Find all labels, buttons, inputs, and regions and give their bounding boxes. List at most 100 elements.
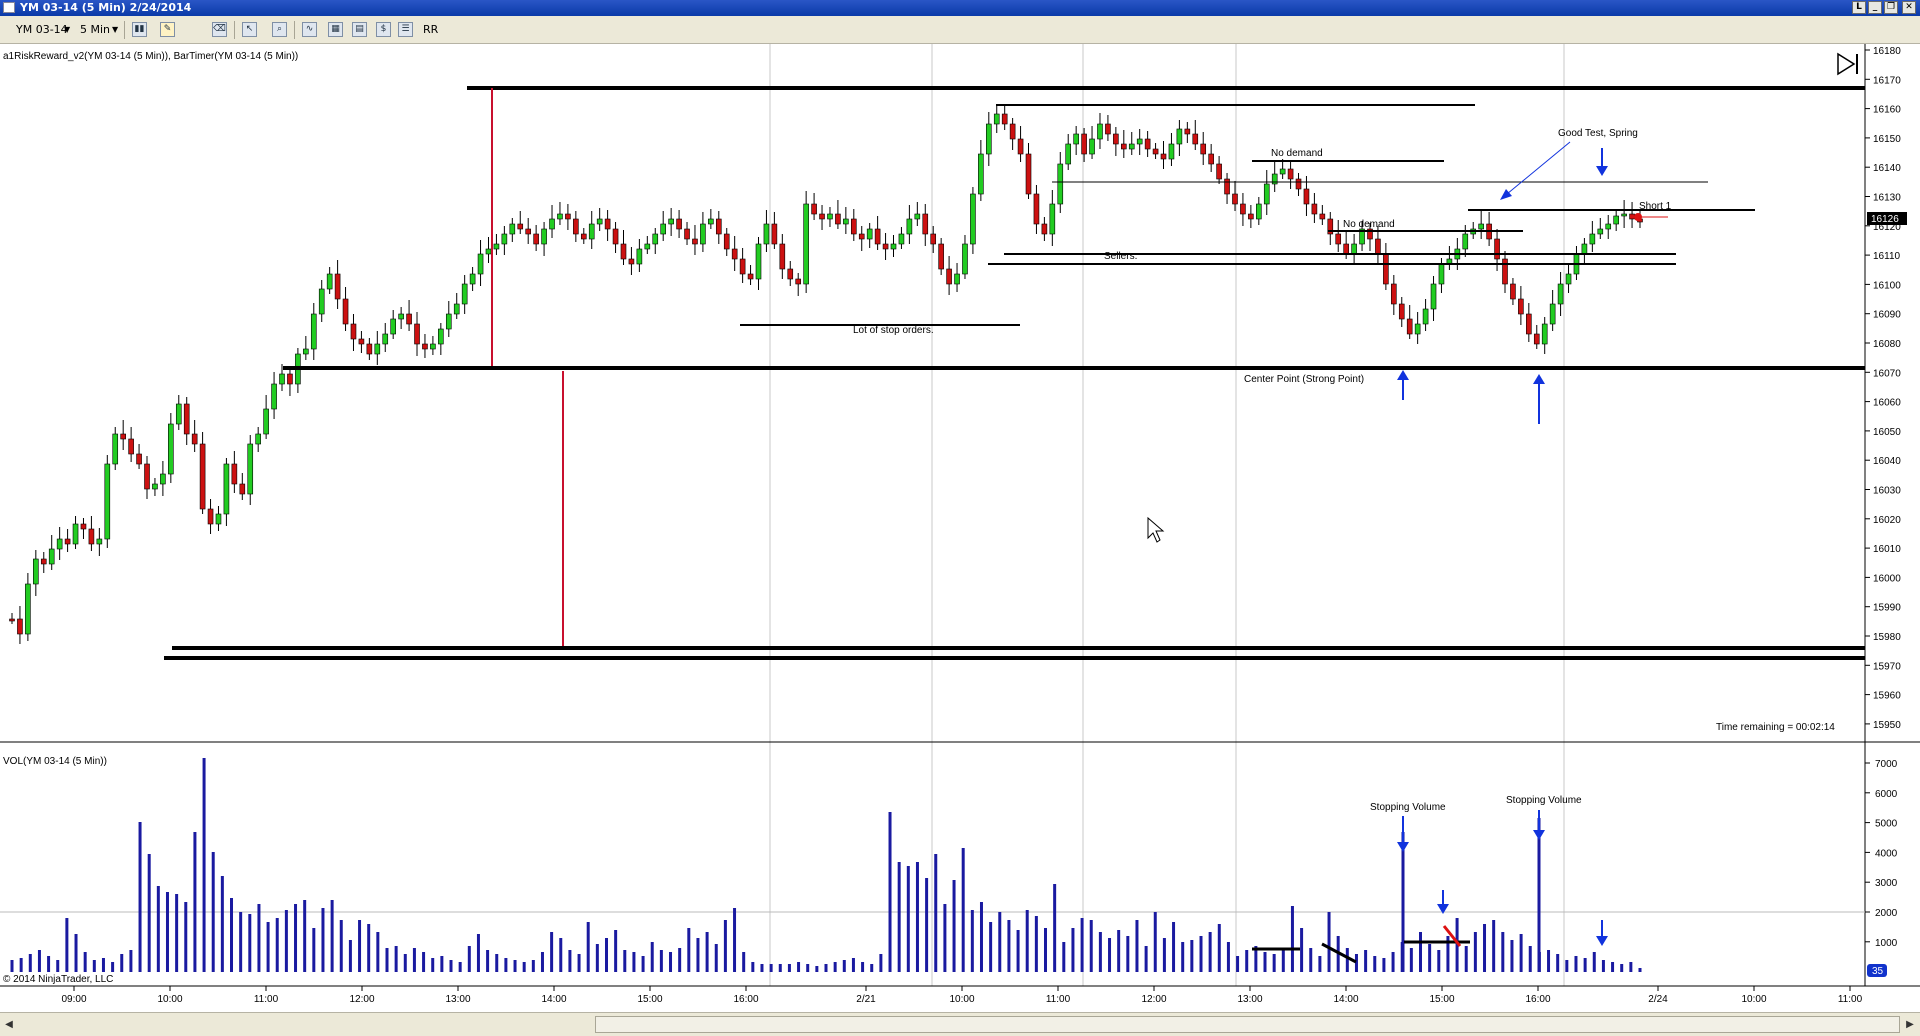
candle-body	[17, 618, 23, 635]
candle-body	[469, 273, 476, 285]
candle-body	[692, 238, 698, 245]
instrument-selector[interactable]: YM 03-14	[16, 22, 68, 38]
candle-body	[684, 228, 690, 240]
properties-icon[interactable]: ☰	[398, 22, 413, 37]
candle-body	[557, 213, 563, 220]
chart-trader-icon[interactable]: ▤	[352, 22, 367, 37]
chart-canvas[interactable]: 1618016170161601615016140161301612016110…	[0, 44, 1920, 1005]
candle-body	[1319, 213, 1326, 220]
candle-body	[279, 373, 285, 385]
candle-body	[1128, 143, 1135, 150]
candle-body	[477, 253, 484, 275]
scroll-left-icon[interactable]: ◀	[2, 1017, 16, 1032]
candle-body	[1256, 203, 1262, 220]
candle-body	[565, 213, 571, 220]
price-tick-label: 16150	[1873, 134, 1901, 145]
restore-button[interactable]: ❐	[1884, 1, 1898, 14]
indicators-icon[interactable]: ∿	[302, 22, 317, 37]
horizontal-scrollbar[interactable]: ◀ ▶	[0, 1012, 1920, 1036]
candle-body	[1001, 113, 1008, 125]
candle-body	[1033, 193, 1040, 225]
scrollbar-thumb[interactable]	[595, 1016, 1900, 1033]
candle-body	[946, 268, 952, 285]
candle-body	[1192, 133, 1199, 145]
candle-body	[1406, 318, 1413, 335]
candle-body	[390, 318, 396, 335]
candle-body	[1248, 213, 1254, 220]
candle-body	[1581, 243, 1588, 255]
candle-body	[1343, 243, 1349, 255]
candle-body	[112, 433, 119, 465]
data-box-icon[interactable]: $	[376, 22, 391, 37]
candle-body	[128, 438, 134, 455]
price-tick-label: 16030	[1873, 486, 1901, 497]
candle-body	[1089, 138, 1095, 155]
scroll-right-icon[interactable]: ▶	[1903, 1017, 1917, 1032]
volume-label: VOL(YM 03-14 (5 Min))	[3, 756, 107, 767]
chart-area[interactable]: 16180 16170 16160 16150 16140 16130 16120 16110…	[0, 44, 1920, 1005]
price-tick-label: 16100	[1873, 280, 1901, 291]
cursor-icon[interactable]: ↖	[242, 22, 257, 37]
time-tick-label: 13:00	[445, 994, 470, 1004]
time-tick-label: 11:00	[1838, 994, 1863, 1004]
candle-body	[1613, 215, 1619, 225]
price-tick-label: 15970	[1873, 661, 1901, 672]
candle-body	[541, 228, 547, 245]
time-tick-label: 16:00	[733, 994, 758, 1004]
bar-style-icon[interactable]: ▮▮	[132, 22, 147, 37]
candle-body	[835, 213, 841, 225]
candle-body	[247, 443, 254, 495]
candle-body	[771, 223, 778, 245]
candle-body	[326, 273, 333, 290]
candle-body	[882, 243, 889, 250]
candle-body	[922, 213, 929, 235]
annotation-short: Short 1	[1639, 201, 1672, 212]
strategies-icon[interactable]: ▦	[328, 22, 343, 37]
candle-body	[1057, 163, 1064, 205]
candle-body	[858, 233, 865, 240]
rr-button[interactable]: RR	[423, 22, 438, 38]
candle-body	[263, 408, 269, 435]
candle-body	[1335, 233, 1342, 245]
chevron-down-icon[interactable]: ▼	[112, 22, 118, 38]
candle-body	[1295, 178, 1302, 190]
candle-body	[1081, 133, 1087, 155]
candle-body	[1510, 283, 1516, 300]
candle-body	[874, 228, 881, 245]
candle-body	[1009, 123, 1016, 140]
candle-body	[207, 508, 214, 525]
time-tick-label: 10:00	[157, 994, 182, 1004]
candle-body	[787, 268, 794, 280]
candle-body	[731, 248, 738, 260]
candle-body	[739, 258, 746, 275]
minimize-button[interactable]: _	[1868, 1, 1882, 14]
annotation-good-test: Good Test, Spring	[1558, 128, 1638, 139]
candle-body	[811, 203, 817, 215]
candle-body	[1160, 153, 1167, 160]
candle-body	[104, 463, 111, 540]
close-button[interactable]: ✕	[1902, 1, 1916, 14]
candle-body	[64, 538, 71, 545]
candle-body	[358, 338, 365, 345]
candle-body	[80, 523, 87, 530]
interval-selector[interactable]: 5 Min	[80, 22, 110, 38]
candle-body	[660, 223, 667, 235]
candle-body	[906, 218, 913, 235]
price-tick-label: 16060	[1873, 398, 1901, 409]
candle-body	[1518, 298, 1524, 315]
candle-body	[1414, 323, 1421, 335]
candle-body	[866, 228, 873, 240]
candle-body	[9, 618, 15, 622]
candle-body	[33, 558, 39, 585]
pencil-draw-icon[interactable]: ✎	[160, 22, 175, 37]
candle-body	[1121, 143, 1127, 150]
link-button[interactable]: L	[1852, 1, 1866, 14]
candle-body	[25, 583, 31, 635]
chevron-down-icon[interactable]: ▼	[64, 22, 70, 38]
candle-body	[723, 233, 730, 250]
price-tick-label: 16140	[1873, 163, 1901, 174]
zoom-icon[interactable]: ⌕	[272, 22, 287, 37]
candle-body	[827, 213, 833, 220]
eraser-icon[interactable]: ⌫	[212, 22, 227, 37]
candle-body	[509, 223, 516, 235]
